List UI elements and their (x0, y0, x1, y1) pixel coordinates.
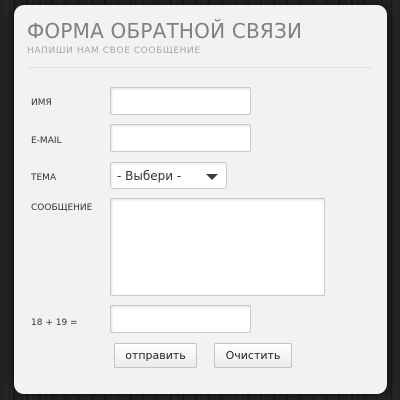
captcha-input[interactable] (110, 305, 251, 333)
message-label: СООБЩЕНИЕ (31, 203, 93, 213)
name-input[interactable] (110, 87, 251, 115)
topic-select[interactable]: - Выбери - (110, 162, 227, 189)
captcha-label: 18 + 19 = (31, 318, 78, 328)
topic-label: ТЕМА (31, 173, 57, 183)
form-title: ФОРМА ОБРАТНОЙ СВЯЗИ (27, 19, 303, 43)
message-textarea[interactable] (110, 198, 325, 296)
feedback-form: ФОРМА ОБРАТНОЙ СВЯЗИ НАПИШИ НАМ СВОЕ СОО… (14, 5, 387, 394)
clear-button[interactable]: Очистить (214, 343, 292, 368)
name-label: ИМЯ (31, 98, 52, 108)
topic-select-value: - Выбери - (117, 169, 182, 183)
chevron-down-icon[interactable] (206, 174, 218, 180)
submit-button[interactable]: отправить (114, 343, 197, 368)
email-label: E-MAIL (31, 136, 62, 146)
form-subtitle: НАПИШИ НАМ СВОЕ СООБЩЕНИЕ (27, 46, 201, 56)
email-input[interactable] (110, 124, 251, 152)
header-divider (27, 67, 372, 68)
